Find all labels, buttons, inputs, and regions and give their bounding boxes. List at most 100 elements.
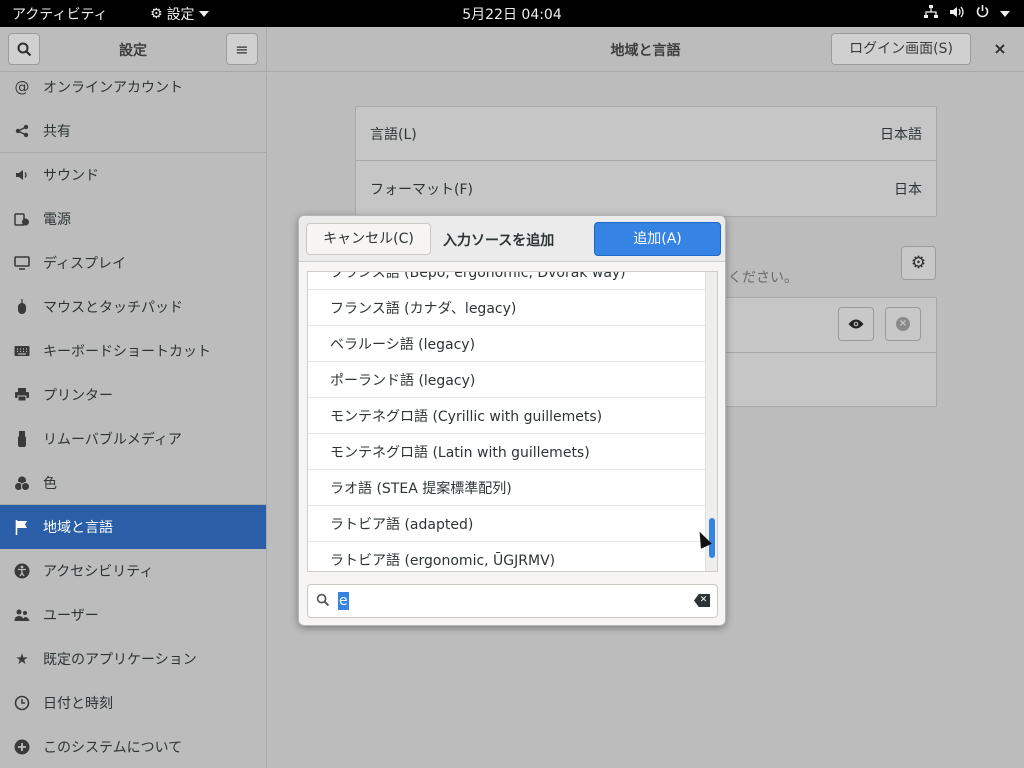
language-row[interactable]: 言語(L) 日本語: [356, 107, 936, 161]
menu-button[interactable]: ≡: [226, 33, 258, 65]
system-menu[interactable]: [923, 4, 1010, 23]
search-value: e: [338, 592, 349, 610]
color-icon: [13, 474, 31, 492]
list-item[interactable]: ラトビア語 (ergonomic, ŪGJRMV): [308, 542, 705, 571]
clear-search-icon[interactable]: ✕: [694, 594, 710, 607]
speaker-icon: [13, 166, 31, 184]
sidebar-item-label: 日付と時刻: [43, 696, 113, 712]
mouse-icon: [13, 298, 31, 316]
input-sources-hint: ください。: [728, 270, 798, 286]
format-value: 日本: [894, 182, 922, 198]
share-icon: [13, 122, 31, 140]
dialog-title: 入力ソースを追加: [443, 233, 555, 249]
search-button[interactable]: [8, 33, 40, 65]
language-label: 言語(L): [370, 126, 417, 143]
sidebar-item-label: ユーザー: [43, 608, 99, 624]
star-icon: ★: [15, 650, 29, 668]
dialog-header: キャンセル(C) 入力ソースを追加 追加(A): [299, 216, 725, 262]
hamburger-icon: ≡: [235, 39, 249, 59]
sidebar-item-label: マウスとタッチパッド: [43, 300, 183, 316]
input-source-options-button[interactable]: ⚙: [901, 246, 936, 280]
language-value: 日本語: [880, 126, 922, 143]
sidebar-item-label: このシステムについて: [43, 740, 183, 756]
at-icon: @: [14, 78, 30, 96]
header-bar: 設定 ≡ 地域と言語 ログイン画面(S) ×: [0, 27, 1024, 72]
list-item[interactable]: フランス語 (カナダ、legacy): [308, 290, 705, 326]
display-icon: [13, 254, 31, 272]
list-item[interactable]: モンテネグロ語 (Cyrillic with guillemets): [308, 398, 705, 434]
clock[interactable]: 5月22日 04:04: [462, 7, 562, 23]
flag-icon: [13, 518, 31, 536]
gear-icon: ⚙: [910, 253, 927, 273]
format-label: フォーマット(F): [370, 182, 473, 198]
remove-icon: ×: [896, 317, 910, 331]
sidebar-item-label: オンラインアカウント: [43, 80, 183, 96]
users-icon: [13, 606, 31, 624]
network-icon: [923, 4, 939, 23]
sidebar-item-power[interactable]: 電源: [0, 197, 266, 241]
list-item[interactable]: ポーランド語 (legacy): [308, 362, 705, 398]
app-menu-label: 設定: [166, 7, 195, 23]
list-item[interactable]: ラトビア語 (adapted): [308, 506, 705, 542]
sidebar-item-accessibility[interactable]: アクセシビリティ: [0, 549, 266, 593]
search-icon: [17, 42, 31, 56]
search-icon: [316, 593, 330, 611]
remove-input-source-button[interactable]: ×: [885, 307, 921, 341]
sidebar-item-about[interactable]: このシステムについて: [0, 725, 266, 768]
top-bar: アクティビティ ⚙ 設定 5月22日 04:04: [0, 0, 1024, 27]
sidebar-item-removable-media[interactable]: リムーバブルメディア: [0, 417, 266, 461]
login-screen-button[interactable]: ログイン画面(S): [831, 33, 971, 65]
cancel-button[interactable]: キャンセル(C): [306, 223, 431, 255]
list-item[interactable]: ラオ語 (STEA 提案標準配列): [308, 470, 705, 506]
sidebar-item-label: 共有: [43, 124, 71, 140]
sidebar-item-label: 地域と言語: [43, 520, 113, 536]
sidebar-item-label: リムーバブルメディア: [43, 432, 182, 448]
sidebar-item-label: 電源: [43, 212, 71, 228]
sidebar-item-keyboard-shortcuts[interactable]: キーボードショートカット: [0, 329, 266, 373]
sidebar-item-mouse[interactable]: マウスとタッチパッド: [0, 285, 266, 329]
sidebar-item-date-time[interactable]: 日付と時刻: [0, 681, 266, 725]
close-button[interactable]: ×: [988, 37, 1012, 61]
list-item[interactable]: モンテネグロ語 (Latin with guillemets): [308, 434, 705, 470]
sidebar-item-default-applications[interactable]: ★ 既定のアプリケーション: [0, 637, 266, 681]
sidebar-item-label: プリンター: [43, 388, 113, 404]
clock-icon: [13, 694, 31, 712]
close-icon: ×: [993, 39, 1007, 58]
sidebar-item-label: アクセシビリティ: [43, 564, 154, 580]
battery-icon: [13, 210, 31, 228]
eye-icon: [848, 319, 864, 329]
sidebar-item-label: キーボードショートカット: [43, 344, 211, 360]
keyboard-icon: [13, 342, 31, 360]
app-menu[interactable]: ⚙ 設定: [150, 4, 209, 24]
sidebar-item-display[interactable]: ディスプレイ: [0, 241, 266, 285]
list-item[interactable]: ベラルーシ語 (legacy): [308, 326, 705, 362]
preview-layout-button[interactable]: [838, 307, 874, 341]
add-input-source-dialog: キャンセル(C) 入力ソースを追加 追加(A) フランス語 (Bépo, erg…: [298, 215, 726, 626]
sidebar-item-users[interactable]: ユーザー: [0, 593, 266, 637]
format-row[interactable]: フォーマット(F) 日本: [356, 162, 936, 216]
sidebar-header: 設定 ≡: [0, 27, 267, 72]
add-button[interactable]: 追加(A): [594, 222, 721, 256]
sidebar-item-color[interactable]: 色: [0, 461, 266, 505]
input-source-list: フランス語 (Bépo, ergonomic, Dvorak way) フランス…: [307, 271, 718, 572]
sidebar-item-label: ディスプレイ: [43, 256, 127, 272]
sidebar-title: 設定: [119, 43, 147, 59]
gear-icon: ⚙: [150, 6, 163, 22]
plus-icon: [13, 738, 31, 756]
sidebar-item-printers[interactable]: プリンター: [0, 373, 266, 417]
sidebar-item-label: サウンド: [43, 168, 99, 184]
printer-icon: [13, 386, 31, 404]
sidebar-item-region-language[interactable]: 地域と言語: [0, 505, 266, 549]
sidebar-item-label: 既定のアプリケーション: [43, 652, 197, 668]
scrollbar-thumb[interactable]: [709, 518, 715, 558]
search-input[interactable]: e ✕: [307, 584, 718, 618]
sidebar: @ オンラインアカウント 共有 サウンド 電源 ディスプレイ マウスとタッチパッド…: [0, 73, 267, 768]
list-scrollbar[interactable]: [705, 272, 717, 571]
sidebar-item-sharing[interactable]: 共有: [0, 109, 266, 153]
volume-icon: [949, 5, 965, 23]
sidebar-item-online-accounts[interactable]: @ オンラインアカウント: [0, 73, 266, 109]
list-item[interactable]: フランス語 (Bépo, ergonomic, Dvorak way): [308, 272, 705, 290]
activities-button[interactable]: アクティビティ: [12, 4, 108, 24]
power-icon: [975, 4, 990, 23]
sidebar-item-sound[interactable]: サウンド: [0, 153, 266, 197]
